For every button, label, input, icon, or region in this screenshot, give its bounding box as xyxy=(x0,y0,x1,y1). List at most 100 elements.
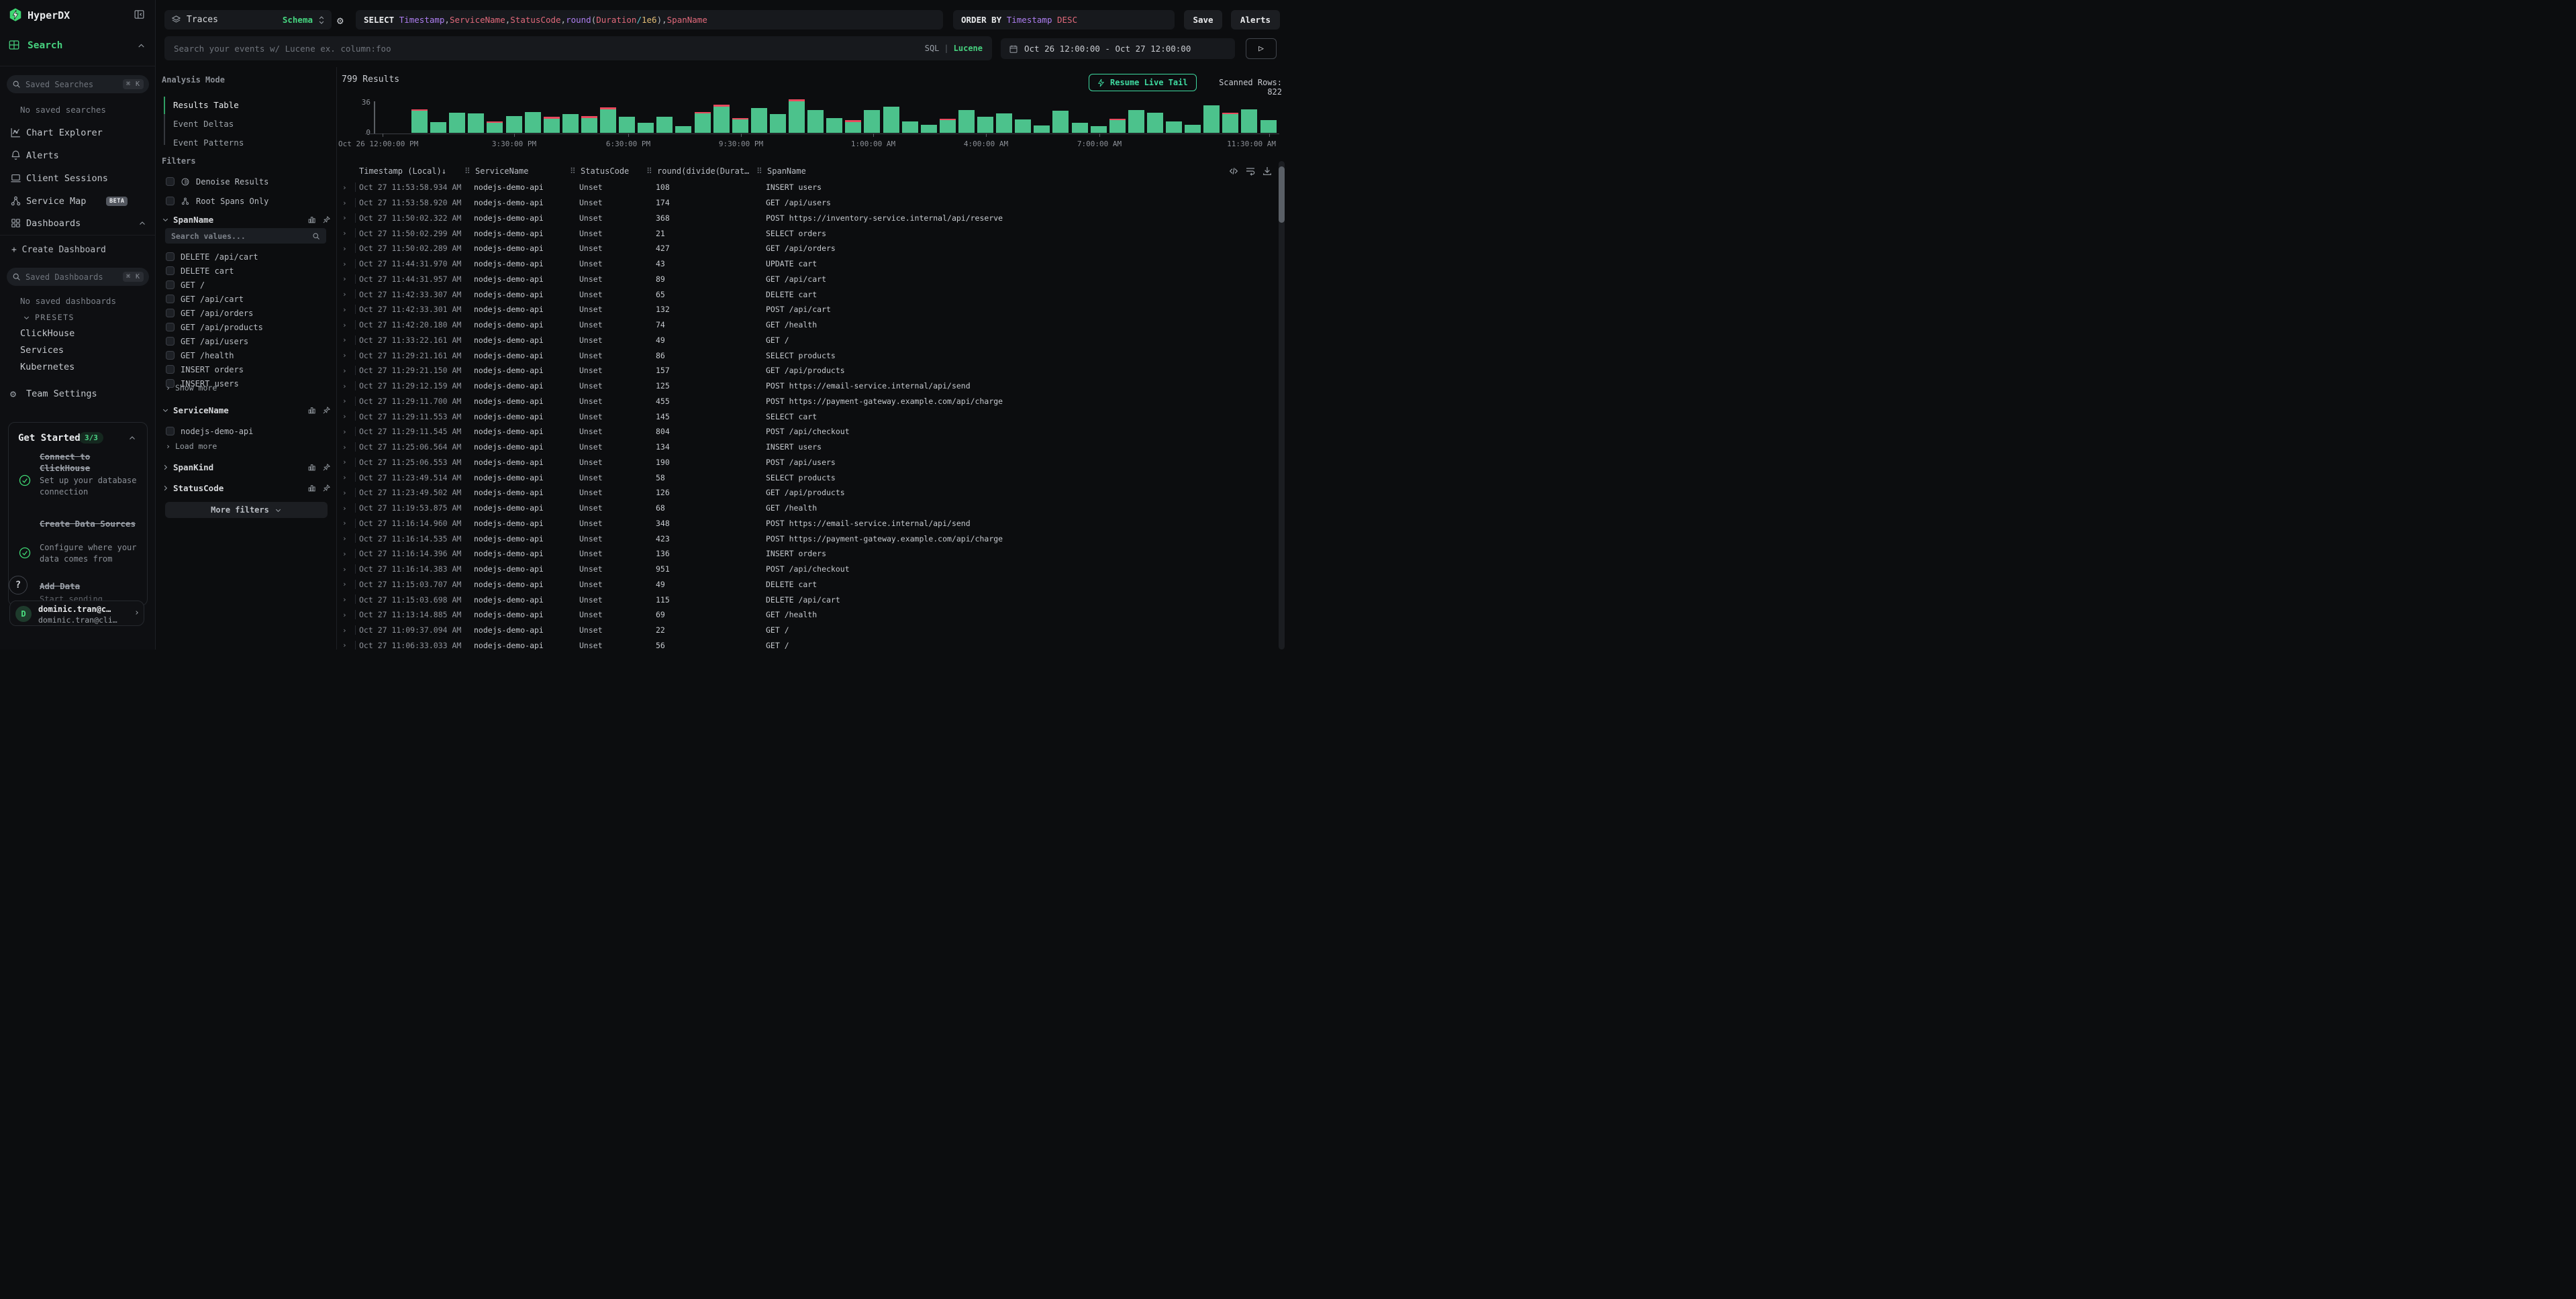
row-expand-chevron-icon[interactable]: › xyxy=(342,382,347,391)
preset-clickhouse[interactable]: ClickHouse xyxy=(20,328,75,339)
saved-dashboards-input[interactable]: Saved Dashboards ⌘ K xyxy=(7,268,149,286)
servicename-load-more[interactable]: › Load more xyxy=(166,441,217,451)
analysis-mode-event-patterns[interactable]: Event Patterns xyxy=(164,133,325,152)
checkbox[interactable] xyxy=(166,323,175,331)
root-spans-only-toggle[interactable]: Root Spans Only xyxy=(166,194,327,208)
table-row[interactable]: ›Oct 27 11:42:20.180 AMnodejs-demo-apiUn… xyxy=(337,317,1277,333)
table-row[interactable]: ›Oct 27 11:29:11.553 AMnodejs-demo-apiUn… xyxy=(337,409,1277,424)
pin-icon[interactable] xyxy=(322,484,331,492)
table-row[interactable]: ›Oct 27 11:42:33.307 AMnodejs-demo-apiUn… xyxy=(337,287,1277,302)
drag-handle-icon[interactable]: ⠿ xyxy=(646,166,657,176)
row-expand-chevron-icon[interactable]: › xyxy=(342,580,347,588)
row-expand-chevron-icon[interactable]: › xyxy=(342,351,347,360)
preset-services[interactable]: Services xyxy=(20,345,64,356)
checkbox[interactable] xyxy=(166,197,175,205)
histogram-bar[interactable] xyxy=(675,126,691,132)
histogram-bar[interactable] xyxy=(732,119,748,132)
histogram-bar[interactable] xyxy=(411,111,428,132)
spanname-value[interactable]: GET /api/products xyxy=(166,320,331,334)
histogram-bar[interactable] xyxy=(656,117,673,132)
table-row[interactable]: ›Oct 27 11:09:37.094 AMnodejs-demo-apiUn… xyxy=(337,623,1277,638)
checkbox[interactable] xyxy=(166,252,175,261)
spanname-value[interactable]: DELETE /api/cart xyxy=(166,250,331,264)
get-started-chevron-up-icon[interactable] xyxy=(128,434,136,442)
table-row[interactable]: ›Oct 27 11:53:58.920 AMnodejs-demo-apiUn… xyxy=(337,195,1277,211)
histogram-bar[interactable] xyxy=(883,107,899,133)
table-row[interactable]: ›Oct 27 11:50:02.289 AMnodejs-demo-apiUn… xyxy=(337,241,1277,256)
servicename-value[interactable]: nodejs-demo-api xyxy=(166,424,327,438)
histogram-bar[interactable] xyxy=(807,110,824,133)
row-expand-chevron-icon[interactable]: › xyxy=(342,183,347,192)
histogram-bar[interactable] xyxy=(1072,123,1088,132)
table-row[interactable]: ›Oct 27 11:25:06.564 AMnodejs-demo-apiUn… xyxy=(337,439,1277,455)
row-expand-chevron-icon[interactable]: › xyxy=(342,321,347,329)
source-select[interactable]: Traces Schema xyxy=(164,10,332,30)
checkbox[interactable] xyxy=(166,351,175,360)
spanname-value[interactable]: GET /api/orders xyxy=(166,306,331,320)
histogram-bar[interactable] xyxy=(1185,125,1201,133)
denoise-results-toggle[interactable]: Denoise Results xyxy=(166,174,327,189)
column-header-servicename[interactable]: ⠿ ServiceName xyxy=(464,166,529,176)
sidebar-item-chart-explorer[interactable]: Chart Explorer xyxy=(26,127,103,138)
column-header-statuscode[interactable]: ⠿ StatusCode xyxy=(570,166,629,176)
row-expand-chevron-icon[interactable]: › xyxy=(342,335,347,344)
table-row[interactable]: ›Oct 27 11:16:14.960 AMnodejs-demo-apiUn… xyxy=(337,516,1277,531)
row-expand-chevron-icon[interactable]: › xyxy=(342,199,347,207)
histogram-bar[interactable] xyxy=(695,113,711,132)
row-expand-chevron-icon[interactable]: › xyxy=(342,397,347,405)
filter-group-spanname[interactable]: SpanName xyxy=(162,215,331,225)
table-row[interactable]: ›Oct 27 11:29:12.159 AMnodejs-demo-apiUn… xyxy=(337,378,1277,394)
histogram-bar[interactable] xyxy=(826,118,842,133)
pin-icon[interactable] xyxy=(322,215,331,224)
row-expand-chevron-icon[interactable]: › xyxy=(342,488,347,497)
spanname-value[interactable]: INSERT orders xyxy=(166,362,331,376)
histogram-bar[interactable] xyxy=(1260,120,1277,132)
user-menu[interactable]: D dominic.tran@c… dominic.tran@cli… › xyxy=(9,601,144,626)
lang-lucene-toggle[interactable]: Lucene xyxy=(954,44,983,53)
sidebar-item-service-map[interactable]: Service Map xyxy=(26,196,86,207)
checkbox[interactable] xyxy=(166,295,175,303)
table-row[interactable]: ›Oct 27 11:29:21.150 AMnodejs-demo-apiUn… xyxy=(337,363,1277,378)
histogram-bar[interactable] xyxy=(1015,119,1031,132)
sidebar-item-alerts[interactable]: Alerts xyxy=(26,150,59,161)
search-section-chevron-up-icon[interactable] xyxy=(137,42,146,50)
table-row[interactable]: ›Oct 27 11:19:53.875 AMnodejs-demo-apiUn… xyxy=(337,501,1277,516)
table-row[interactable]: ›Oct 27 11:16:14.535 AMnodejs-demo-apiUn… xyxy=(337,531,1277,546)
histogram-bar[interactable] xyxy=(770,114,786,132)
chart-icon[interactable] xyxy=(307,406,316,415)
download-icon[interactable] xyxy=(1262,166,1273,176)
histogram[interactable]: 36 0 Oct 26 12:00:00 PM3:30:00 PM6:30:00… xyxy=(337,67,1285,154)
column-header-timestamp[interactable]: Timestamp (Local)↓ xyxy=(359,166,446,176)
spanname-value[interactable]: GET /api/cart xyxy=(166,292,331,306)
histogram-bar[interactable] xyxy=(1147,113,1163,133)
row-expand-chevron-icon[interactable]: › xyxy=(342,565,347,574)
scrollbar-thumb[interactable] xyxy=(1279,166,1285,223)
row-expand-chevron-icon[interactable]: › xyxy=(342,274,347,283)
histogram-bar[interactable] xyxy=(638,123,654,132)
create-dashboard-button[interactable]: + Create Dashboard xyxy=(11,245,106,255)
histogram-bar[interactable] xyxy=(468,113,484,132)
chart-icon[interactable] xyxy=(307,463,316,472)
histogram-bar[interactable] xyxy=(864,110,880,133)
histogram-bar[interactable] xyxy=(1109,120,1126,132)
checkbox[interactable] xyxy=(166,337,175,346)
run-query-button[interactable]: ▷ xyxy=(1246,38,1277,59)
spanname-value[interactable]: GET / xyxy=(166,278,331,292)
histogram-bar[interactable] xyxy=(1128,110,1144,133)
histogram-bar[interactable] xyxy=(506,116,522,133)
checkbox[interactable] xyxy=(166,177,175,186)
spanname-value[interactable]: GET /health xyxy=(166,348,331,362)
histogram-bar[interactable] xyxy=(562,114,579,132)
histogram-bar[interactable] xyxy=(600,109,616,133)
histogram-bar[interactable] xyxy=(544,119,560,133)
table-row[interactable]: ›Oct 27 11:15:03.707 AMnodejs-demo-apiUn… xyxy=(337,577,1277,592)
sidebar-item-search[interactable]: Search xyxy=(28,40,62,51)
filter-group-statuscode[interactable]: StatusCode xyxy=(162,483,331,493)
checkbox[interactable] xyxy=(166,280,175,289)
row-expand-chevron-icon[interactable]: › xyxy=(342,260,347,268)
row-expand-chevron-icon[interactable]: › xyxy=(342,504,347,513)
table-row[interactable]: ›Oct 27 11:15:03.698 AMnodejs-demo-apiUn… xyxy=(337,592,1277,607)
pin-icon[interactable] xyxy=(322,406,331,415)
row-expand-chevron-icon[interactable]: › xyxy=(342,595,347,604)
scrollbar-track[interactable] xyxy=(1279,161,1285,650)
